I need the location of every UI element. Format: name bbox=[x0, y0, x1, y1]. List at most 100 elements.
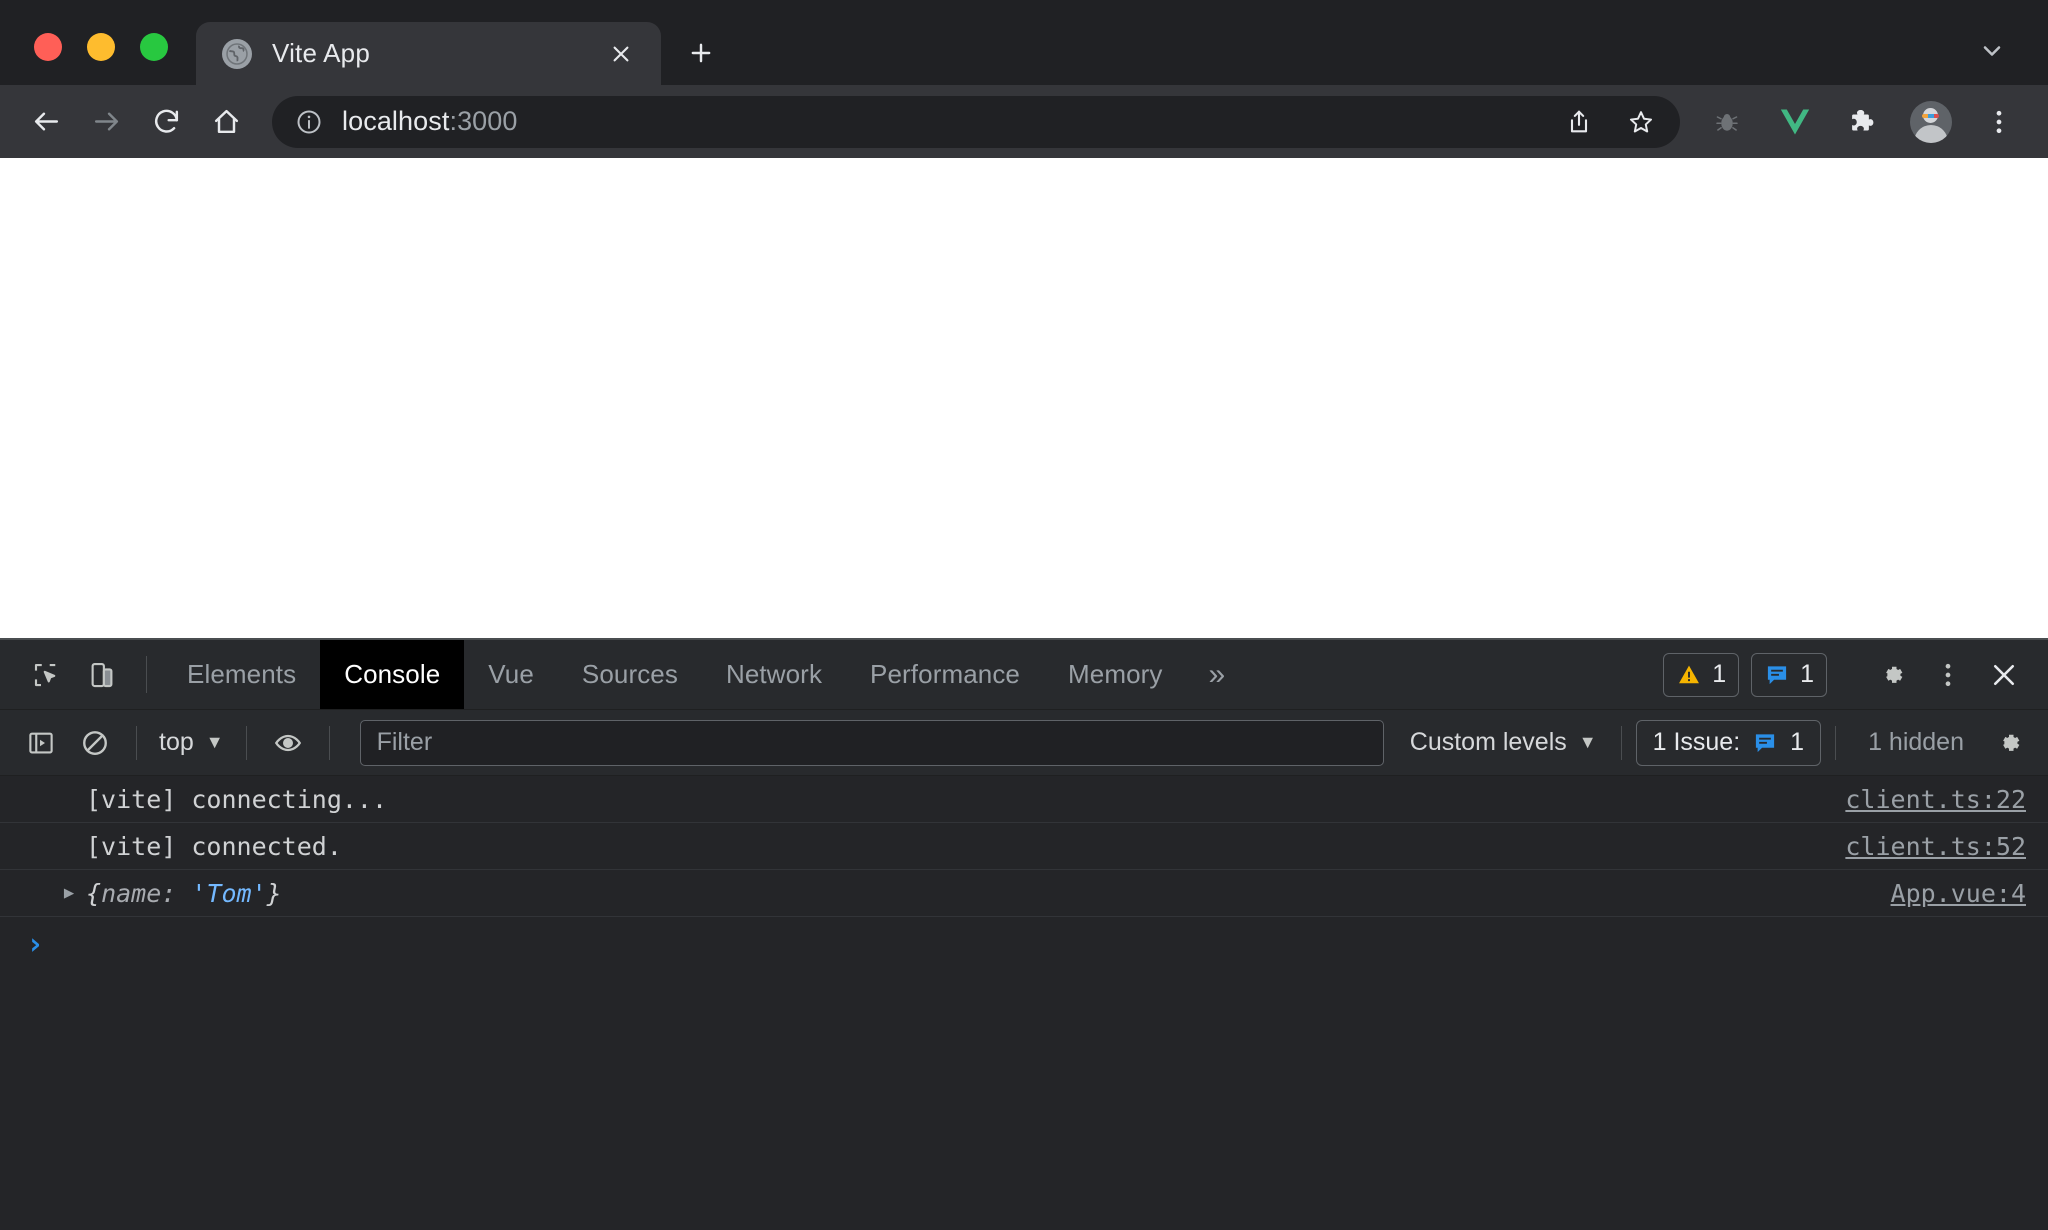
console-levels-selector[interactable]: Custom levels ▼ bbox=[1400, 728, 1607, 757]
window-minimize-button[interactable] bbox=[87, 33, 115, 61]
console-context-value: top bbox=[159, 728, 194, 756]
home-button[interactable] bbox=[198, 94, 254, 150]
console-message-text: [vite] connected. bbox=[86, 831, 342, 861]
window-maximize-button[interactable] bbox=[140, 33, 168, 61]
globe-icon bbox=[222, 38, 252, 69]
object-key: name: bbox=[101, 878, 177, 908]
issue-message-icon bbox=[1752, 730, 1778, 756]
console-filter-placeholder: Filter bbox=[376, 728, 433, 756]
devtools-tab-elements[interactable]: Elements bbox=[163, 640, 320, 709]
new-tab-button[interactable] bbox=[675, 27, 727, 79]
inspect-element-icon[interactable] bbox=[18, 640, 74, 709]
devtools-panel: Elements Console Vue Sources Network Per… bbox=[0, 638, 2048, 1230]
avatar[interactable] bbox=[1910, 100, 1952, 143]
devtools-tab-sources[interactable]: Sources bbox=[558, 640, 702, 709]
console-hidden-count: 1 hidden bbox=[1868, 728, 1964, 756]
star-icon[interactable] bbox=[1616, 97, 1666, 147]
browser-menu-icon[interactable] bbox=[1972, 95, 2026, 149]
url-host: localhost bbox=[342, 106, 450, 136]
issues-badge[interactable]: 1 bbox=[1751, 652, 1827, 697]
chevron-down-icon[interactable] bbox=[1966, 25, 2018, 77]
devtools-tab-bar: Elements Console Vue Sources Network Per… bbox=[0, 640, 2048, 710]
vue-devtools-icon[interactable] bbox=[1768, 95, 1822, 149]
console-prompt-row[interactable]: › bbox=[0, 917, 2048, 971]
share-icon[interactable] bbox=[1554, 97, 1604, 147]
devtools-tabbar-right: 1 1 bbox=[1663, 640, 2048, 709]
chevron-down-icon: ▼ bbox=[1578, 732, 1597, 752]
issues-badge-count: 1 bbox=[1800, 660, 1814, 688]
console-prompt-caret-icon: › bbox=[26, 926, 45, 962]
devtools-more-options-icon[interactable] bbox=[1920, 660, 1976, 690]
close-devtools-icon[interactable] bbox=[1976, 660, 2032, 690]
gear-icon[interactable] bbox=[1864, 660, 1920, 690]
forward-button[interactable] bbox=[78, 94, 134, 150]
devtools-status-badges: 1 1 bbox=[1663, 652, 1831, 697]
console-toolbar-divider-1 bbox=[136, 725, 137, 760]
device-toolbar-icon[interactable] bbox=[74, 640, 130, 709]
devtools-tab-vue[interactable]: Vue bbox=[464, 640, 558, 709]
warning-badge[interactable]: 1 bbox=[1663, 652, 1740, 697]
browser-window: Vite App localhost:3000 Elements Console… bbox=[0, 0, 2048, 1230]
window-close-button[interactable] bbox=[34, 33, 62, 61]
console-issues-label: 1 Issue: bbox=[1652, 728, 1741, 756]
more-tabs-icon[interactable]: » bbox=[1187, 640, 1248, 709]
object-close-brace: } bbox=[266, 878, 282, 908]
avatar-glasses bbox=[1922, 113, 1939, 118]
console-message-source-link[interactable]: App.vue:4 bbox=[1861, 879, 2026, 908]
console-toolbar-divider-3 bbox=[328, 725, 330, 760]
console-settings-gear-icon[interactable] bbox=[1982, 716, 2036, 770]
page-viewport[interactable] bbox=[0, 158, 2048, 638]
console-message-source-link[interactable]: client.ts:52 bbox=[1815, 832, 2026, 861]
warning-triangle-icon bbox=[1676, 662, 1702, 688]
console-message-text: [vite] connecting... bbox=[86, 784, 388, 814]
console-issues-button[interactable]: 1 Issue: 1 bbox=[1635, 719, 1822, 766]
chevron-down-icon: ▼ bbox=[205, 732, 224, 752]
devtools-tab-performance[interactable]: Performance bbox=[846, 640, 1044, 709]
object-open-brace: { bbox=[86, 878, 102, 908]
devtools-tabbar-spacer bbox=[1247, 640, 1663, 709]
omnibox-actions bbox=[1554, 97, 1666, 147]
tab-strip: Vite App bbox=[0, 0, 2048, 85]
clear-console-icon[interactable] bbox=[68, 716, 122, 770]
browser-tab-vite-app[interactable]: Vite App bbox=[196, 22, 661, 85]
info-circle-icon[interactable] bbox=[294, 107, 324, 137]
console-toolbar-divider-2 bbox=[245, 725, 247, 760]
console-message-source-link[interactable]: client.ts:22 bbox=[1815, 785, 2026, 814]
address-bar-url: localhost:3000 bbox=[342, 106, 1536, 137]
object-space bbox=[176, 879, 191, 908]
console-message-object: {name: 'Tom'} bbox=[86, 879, 1861, 908]
console-filter-input[interactable]: Filter bbox=[359, 719, 1384, 766]
extensions-area bbox=[1692, 95, 2026, 149]
url-port: :3000 bbox=[449, 106, 518, 136]
console-context-selector[interactable]: top ▼ bbox=[151, 728, 232, 757]
console-message-row[interactable]: ▶ {name: 'Tom'} App.vue:4 bbox=[0, 870, 2048, 917]
window-traffic-lights bbox=[0, 33, 196, 85]
tab-title: Vite App bbox=[272, 38, 370, 68]
console-toolbar-divider-4 bbox=[1620, 725, 1622, 760]
browser-toolbar: localhost:3000 bbox=[0, 85, 2048, 158]
devtools-tab-memory[interactable]: Memory bbox=[1044, 640, 1187, 709]
devtools-tab-network[interactable]: Network bbox=[702, 640, 846, 709]
console-levels-value: Custom levels bbox=[1409, 728, 1567, 756]
devtools-tab-console[interactable]: Console bbox=[320, 640, 465, 709]
bug-icon[interactable] bbox=[1700, 95, 1754, 149]
console-message-row[interactable]: [vite] connecting... client.ts:22 bbox=[0, 776, 2048, 823]
issue-message-icon bbox=[1764, 662, 1790, 688]
tab-close-icon[interactable] bbox=[603, 36, 639, 72]
warning-badge-count: 1 bbox=[1712, 660, 1727, 688]
console-toolbar-divider-5 bbox=[1835, 725, 1837, 760]
console-message-list[interactable]: [vite] connecting... client.ts:22 [vite]… bbox=[0, 776, 2048, 1230]
back-button[interactable] bbox=[18, 94, 74, 150]
puzzle-icon[interactable] bbox=[1836, 95, 1890, 149]
tabbar-divider bbox=[146, 656, 147, 693]
address-bar[interactable]: localhost:3000 bbox=[272, 95, 1680, 148]
avatar-body bbox=[1914, 124, 1948, 143]
console-issues-count: 1 bbox=[1790, 728, 1805, 756]
reload-button[interactable] bbox=[138, 94, 194, 150]
console-sidebar-toggle-icon[interactable] bbox=[14, 716, 68, 770]
expand-triangle-icon[interactable]: ▶ bbox=[52, 883, 86, 903]
object-value: 'Tom' bbox=[191, 878, 267, 908]
console-toolbar: top ▼ Filter Custom levels ▼ 1 Issue: 1 … bbox=[0, 710, 2048, 776]
console-message-row[interactable]: [vite] connected. client.ts:52 bbox=[0, 823, 2048, 870]
live-expression-eye-icon[interactable] bbox=[261, 716, 315, 770]
